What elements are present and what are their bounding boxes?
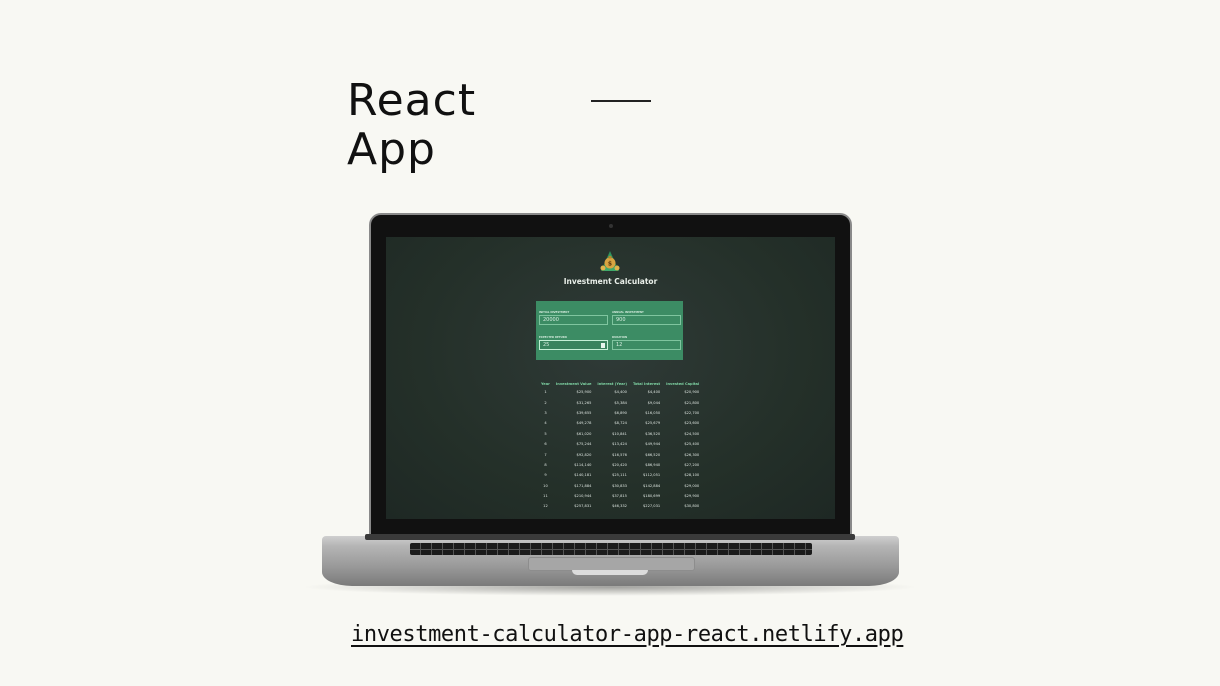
- table-cell: $39,655: [576, 410, 592, 415]
- laptop-trackpad: [528, 557, 695, 571]
- table-cell: $22,700: [684, 410, 700, 415]
- camera-icon: [609, 224, 613, 228]
- table-cell: $29,000: [684, 483, 700, 488]
- table-cell: $30,800: [684, 504, 700, 509]
- table-cell: 7: [544, 452, 547, 457]
- table-row: 2 $31,265 $5,384 $9,044 $21,800: [538, 397, 702, 407]
- table-cell: 9: [544, 473, 547, 478]
- table-cell: 1: [544, 390, 547, 395]
- svg-text:$: $: [608, 261, 612, 268]
- table-cell: $37,815: [612, 494, 627, 499]
- table-cell: $30,833: [612, 483, 627, 488]
- table-cell: $8,724: [614, 421, 627, 426]
- expected-return-field: Expected Return 25: [539, 336, 608, 350]
- expected-return-input[interactable]: 25: [539, 340, 608, 350]
- decorative-dash: [591, 100, 651, 102]
- table-row: 5 $61,020 $10,841 $36,520 $24,500: [538, 429, 702, 439]
- table-cell: $20,420: [612, 462, 627, 467]
- table-cell: $49,278: [576, 421, 592, 426]
- table-cell: $92,820: [576, 452, 592, 457]
- laptop-screen: $ Investment Calculator Initial Investme…: [386, 237, 835, 519]
- table-cell: $180,699: [643, 494, 661, 499]
- table-row: 10 $171,884 $30,833 $142,884 $29,000: [538, 481, 702, 491]
- table-cell: $20,900: [684, 390, 700, 395]
- initial-investment-field: Initial Investment 20000: [539, 311, 608, 325]
- table-cell: $10,841: [612, 431, 627, 436]
- results-table: Year Investment Value Interest (Year) To…: [538, 381, 702, 512]
- table-cell: $29,900: [684, 494, 700, 499]
- table-cell: $140,181: [574, 473, 592, 478]
- number-stepper-icon[interactable]: [601, 343, 605, 348]
- app-title: Investment Calculator: [563, 277, 658, 286]
- table-cell: $171,884: [574, 483, 592, 488]
- table-cell: $25,900: [576, 390, 592, 395]
- table-cell: $227,031: [643, 504, 661, 509]
- table-cell: $36,520: [645, 431, 661, 436]
- initial-investment-input[interactable]: 20000: [539, 315, 608, 325]
- laptop-opening-notch: [572, 570, 648, 575]
- table-cell: 5: [544, 431, 547, 436]
- table-cell: $27,200: [684, 462, 700, 467]
- table-cell: $25,111: [612, 473, 627, 478]
- expected-return-value: 25: [543, 342, 550, 348]
- table-cell: $86,940: [645, 462, 661, 467]
- table-cell: $112,051: [643, 473, 661, 478]
- table-cell: $4,400: [647, 390, 661, 395]
- laptop-hinge: [365, 534, 855, 540]
- table-cell: $16,050: [645, 410, 661, 415]
- table-row: 11 $210,944 $37,815 $180,699 $29,900: [538, 491, 702, 501]
- table-cell: $46,332: [612, 504, 627, 509]
- table-cell: $16,576: [612, 452, 627, 457]
- table-cell: 10: [543, 483, 548, 488]
- table-cell: $13,424: [612, 442, 627, 447]
- table-cell: $31,265: [576, 400, 592, 405]
- table-row: 3 $39,655 $6,890 $16,050 $22,700: [538, 408, 702, 418]
- table-cell: $114,140: [574, 462, 592, 467]
- table-cell: $66,520: [645, 452, 661, 457]
- user-input-form: Initial Investment 20000 Annual Investme…: [536, 301, 683, 360]
- table-cell: 6: [544, 442, 547, 447]
- table-cell: $257,831: [574, 504, 592, 509]
- app-url-link[interactable]: investment-calculator-app-react.netlify.…: [351, 622, 904, 647]
- table-row: 12 $257,831 $46,332 $227,031 $30,800: [538, 501, 702, 511]
- keyboard-row-divider: [410, 549, 812, 550]
- table-cell: $26,300: [684, 452, 700, 457]
- laptop-lid: $ Investment Calculator Initial Investme…: [369, 213, 852, 539]
- table-row: 7 $92,820 $16,576 $66,520 $26,300: [538, 449, 702, 459]
- table-cell: $9,044: [647, 400, 661, 405]
- table-cell: 8: [544, 462, 547, 467]
- table-cell: $210,944: [574, 494, 592, 499]
- table-cell: $21,800: [684, 400, 700, 405]
- page-title: React App: [347, 76, 476, 174]
- table-cell: $61,020: [576, 431, 592, 436]
- table-row: 4 $49,278 $8,724 $25,679 $23,600: [538, 418, 702, 428]
- table-cell: $25,679: [645, 421, 661, 426]
- duration-input[interactable]: 12: [612, 340, 681, 350]
- annual-investment-field: Annual Investment 900: [612, 311, 681, 325]
- money-bag-icon: $: [600, 251, 620, 271]
- title-line-1: React: [347, 75, 477, 126]
- table-row: 6 $75,244 $13,424 $49,944 $25,400: [538, 439, 702, 449]
- annual-investment-input[interactable]: 900: [612, 315, 681, 325]
- table-cell: $5,384: [614, 400, 627, 405]
- table-row: 9 $140,181 $25,111 $112,051 $28,100: [538, 470, 702, 480]
- table-cell: $24,500: [684, 431, 700, 436]
- table-row: 1 $25,900 $4,400 $4,400 $20,900: [538, 387, 702, 397]
- table-cell: 11: [543, 494, 548, 499]
- table-cell: 2: [544, 400, 547, 405]
- table-cell: $142,884: [643, 483, 661, 488]
- table-cell: $6,890: [614, 410, 627, 415]
- table-cell: $4,400: [614, 390, 627, 395]
- table-cell: $49,944: [645, 442, 661, 447]
- title-line-2: App: [347, 124, 436, 175]
- table-cell: 12: [543, 504, 548, 509]
- table-cell: 3: [544, 410, 547, 415]
- table-cell: $75,244: [576, 442, 592, 447]
- table-row: 8 $114,140 $20,420 $86,940 $27,200: [538, 460, 702, 470]
- table-cell: $25,400: [684, 442, 700, 447]
- table-cell: $28,100: [684, 473, 700, 478]
- duration-field: Duration 12: [612, 336, 681, 350]
- table-cell: 4: [544, 421, 547, 426]
- table-cell: $23,600: [684, 421, 700, 426]
